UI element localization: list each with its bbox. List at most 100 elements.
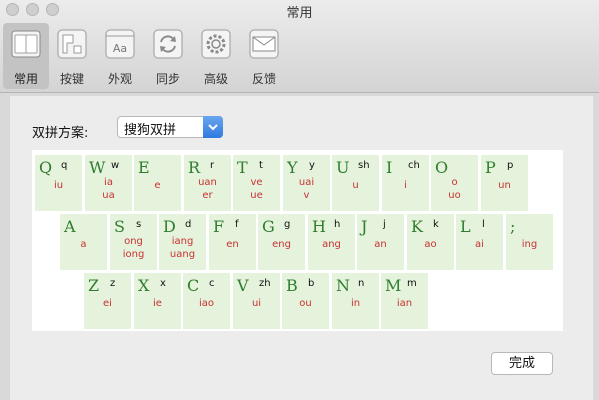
key-n: Nn in xyxy=(332,273,379,329)
key-letter: M xyxy=(385,276,402,295)
key-initial: l xyxy=(482,219,485,230)
key-letter: F xyxy=(213,217,225,236)
key-final: iang xyxy=(171,236,194,247)
toolbar-tab-label: 高级 xyxy=(203,72,228,86)
key-letter: U xyxy=(336,158,350,177)
key-letter: I xyxy=(386,158,393,177)
key-letter: J xyxy=(361,217,368,236)
key-letter: R xyxy=(188,158,201,177)
key-letter: K xyxy=(411,217,423,236)
toolbar-tab-feedback[interactable]: 反馈 xyxy=(242,26,286,88)
key-initial: d xyxy=(185,219,192,230)
key-letter: V xyxy=(237,276,249,295)
key-q: Qq iu xyxy=(35,155,82,211)
key-letter: Q xyxy=(39,158,53,177)
key-p: Pp un xyxy=(481,155,528,211)
key-letter: H xyxy=(312,217,326,236)
key-u: Ush u xyxy=(332,155,379,211)
window-title: 常用 xyxy=(286,6,313,21)
key-letter: Z xyxy=(88,276,100,295)
shuangpin-keyboard-map: Qq iu Ww ia ua Ee Rr uan er Tt ve ue Yy uai v Ush u Ich i O… xyxy=(32,150,563,331)
key-r: Rr uan er xyxy=(184,155,231,211)
key-letter: L xyxy=(460,217,471,236)
key-g: Gg eng xyxy=(258,214,305,270)
scheme-select[interactable]: 搜狗双拼 xyxy=(117,116,223,138)
toolbar-tab-sync[interactable]: 同步 xyxy=(146,26,190,88)
key-initial: n xyxy=(358,278,365,289)
key-initial: c xyxy=(209,278,215,289)
key-initial: k xyxy=(433,219,439,230)
key-letter: D xyxy=(163,217,176,236)
key-final: ing xyxy=(521,239,538,250)
toolbar-tab-label: 反馈 xyxy=(251,72,276,86)
key-final: iao xyxy=(198,298,215,309)
key-final: ie xyxy=(153,298,162,309)
key-b: Bb ou xyxy=(282,273,329,329)
key-w: Ww ia ua xyxy=(85,155,132,211)
key-final: ve xyxy=(250,177,263,188)
key-s: Ss ong iong xyxy=(110,214,157,270)
key-letter: X xyxy=(138,276,150,295)
key-j: Jj an xyxy=(357,214,404,270)
key-letter: S xyxy=(114,217,125,236)
key-final: in xyxy=(350,298,361,309)
key-v: Vzh ui xyxy=(233,273,280,329)
key-initial: zh xyxy=(259,278,271,289)
toolbar-tab-keys[interactable]: 按键 xyxy=(50,26,94,88)
key-l: Ll ai xyxy=(456,214,503,270)
key-initial: r xyxy=(210,160,215,171)
toolbar-tab-advanced[interactable]: 高级 xyxy=(194,26,238,88)
key-final: e xyxy=(154,180,161,191)
key-letter: ; xyxy=(510,217,516,236)
key-f: Ff en xyxy=(209,214,256,270)
toolbar-tab-appearance[interactable]: Aa 外观 xyxy=(98,26,142,88)
chevron-down-icon[interactable] xyxy=(203,116,223,138)
window-toolbar: 常用 常用 按键 Aa 外观 同步 高级 反馈 xyxy=(0,0,599,93)
scheme-select-value: 搜狗双拼 xyxy=(124,123,177,138)
preferences-content: 双拼方案: 搜狗双拼 Qq iu Ww ia ua Ee Rr uan er Tt ve ue Yy ua… xyxy=(10,96,593,400)
key-letter: A xyxy=(64,217,76,236)
key-final: iong xyxy=(122,249,145,260)
general-icon xyxy=(11,30,41,58)
key-k: Kk ao xyxy=(407,214,454,270)
key-initial: sh xyxy=(358,160,370,171)
toolbar-tab-label: 按键 xyxy=(59,72,84,86)
key-final: ian xyxy=(396,298,413,309)
key-final: ang xyxy=(322,239,341,250)
key-initial: m xyxy=(407,278,417,289)
key-c: Cc iao xyxy=(183,273,230,329)
key-letter: T xyxy=(237,158,248,177)
key-final: uo xyxy=(448,190,461,201)
key-letter: Y xyxy=(287,158,298,177)
toolbar-tab-general[interactable]: 常用 xyxy=(3,23,49,89)
key-final: ua xyxy=(102,190,115,201)
key-letter: P xyxy=(485,158,496,177)
key-final: ai xyxy=(475,239,484,250)
key-letter: N xyxy=(336,276,350,295)
key-letter: O xyxy=(435,158,449,177)
key-final: v xyxy=(303,190,310,201)
done-button[interactable]: 完成 xyxy=(491,352,553,375)
key-h: Hh ang xyxy=(308,214,355,270)
key-z: Zz ei xyxy=(84,273,131,329)
toolbar-tab-label: 同步 xyxy=(155,72,180,86)
key-final: un xyxy=(498,180,511,191)
key-initial: s xyxy=(136,219,142,230)
keys-icon xyxy=(57,29,87,59)
key-final: ue xyxy=(250,190,263,201)
key-initial: ch xyxy=(408,160,420,171)
key-initial: x xyxy=(160,278,166,289)
key-t: Tt ve ue xyxy=(233,155,280,211)
key-final: uai xyxy=(298,177,315,188)
key-final: er xyxy=(202,190,213,201)
key-o: Oo uo xyxy=(431,155,478,211)
key-initial: j xyxy=(383,219,386,230)
key-initial: p xyxy=(507,160,514,171)
key-semicolon: ; ing xyxy=(506,214,553,270)
key-initial: z xyxy=(110,278,116,289)
key-letter: E xyxy=(138,158,150,177)
key-initial: f xyxy=(235,219,239,230)
key-x: Xx ie xyxy=(134,273,181,329)
key-letter: B xyxy=(286,276,298,295)
toolbar-tab-label: 外观 xyxy=(107,72,132,86)
